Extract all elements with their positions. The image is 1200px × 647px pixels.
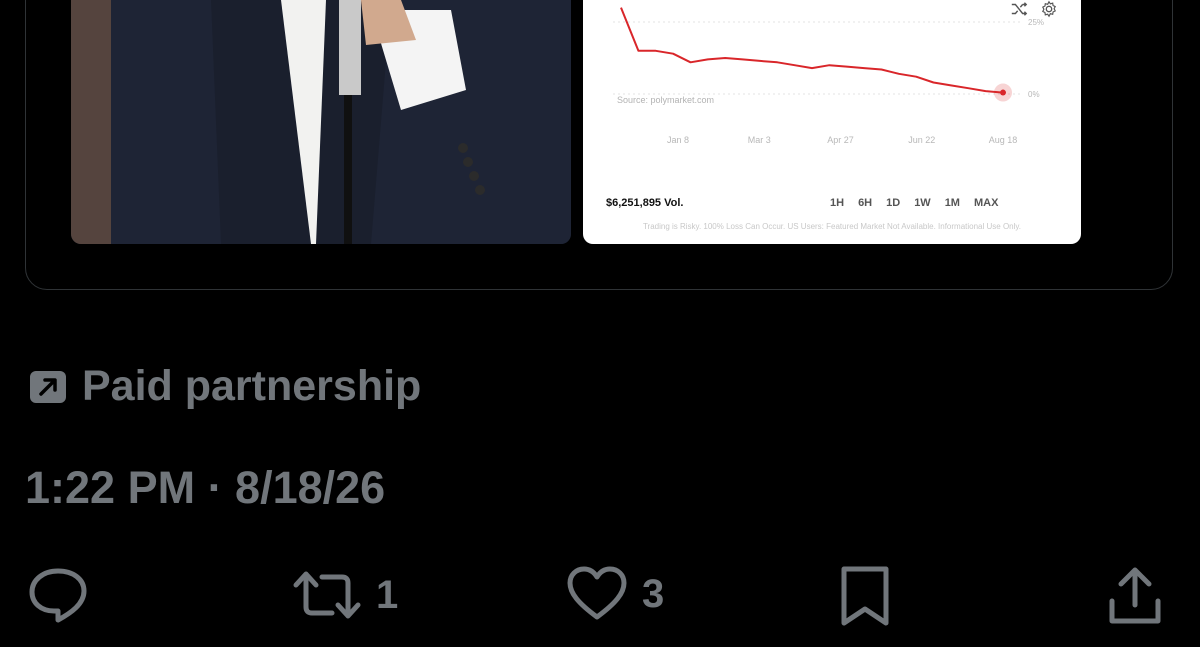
- repost-count: 1: [376, 572, 399, 617]
- x-tick-label: Mar 3: [748, 135, 771, 145]
- range-1h[interactable]: 1H: [830, 197, 844, 209]
- like-count: 3: [642, 571, 665, 616]
- range-1d[interactable]: 1D: [886, 197, 900, 209]
- photo-illustration: [71, 0, 571, 244]
- bookmark-button[interactable]: [838, 565, 892, 627]
- paid-partnership-icon: [30, 370, 66, 403]
- y-tick-label: 25%: [1028, 18, 1044, 27]
- range-max[interactable]: MAX: [974, 197, 998, 209]
- repost-icon: [293, 571, 361, 619]
- bookmark-icon: [841, 566, 889, 626]
- y-tick-label: 0%: [1028, 90, 1040, 99]
- current-point: [1000, 89, 1006, 96]
- reply-button[interactable]: [27, 565, 103, 625]
- shuffle-icon[interactable]: [1010, 0, 1028, 18]
- action-bar: 1 3: [0, 560, 1200, 630]
- volume-label: $6,251,895 Vol.: [606, 197, 684, 209]
- x-tick-label: Jan 8: [667, 135, 689, 145]
- settings-gear-icon[interactable]: [1040, 0, 1058, 18]
- range-selector: 1H 6H 1D 1W 1M MAX: [830, 197, 998, 209]
- x-tick-label: Jun 22: [908, 135, 935, 145]
- trading-disclaimer: Trading is Risky. 100% Loss Can Occur. U…: [642, 222, 1022, 231]
- repost-button[interactable]: 1: [292, 565, 398, 625]
- range-1m[interactable]: 1M: [945, 197, 960, 209]
- share-icon: [1109, 567, 1161, 624]
- range-1w[interactable]: 1W: [914, 197, 931, 209]
- media-photo[interactable]: [71, 0, 571, 244]
- series-line: [620, 7, 1004, 94]
- like-button[interactable]: 3: [566, 565, 664, 623]
- paid-partnership-label: Paid partnership: [82, 362, 422, 410]
- heart-icon: [567, 566, 627, 620]
- paid-partnership[interactable]: Paid partnership: [28, 362, 421, 411]
- x-tick-label: Apr 27: [827, 135, 854, 145]
- share-button[interactable]: [1106, 565, 1164, 627]
- market-chart-card[interactable]: 25% 0% Jan 8 Mar 3 Apr 27 Jun 22 Aug 18 Source…: [583, 0, 1081, 244]
- x-tick-label: Aug 18: [989, 135, 1018, 145]
- range-6h[interactable]: 6H: [858, 197, 872, 209]
- reply-icon: [29, 568, 87, 623]
- post-timestamp[interactable]: 1:22 PM · 8/18/26: [25, 462, 385, 514]
- chart-source: Source: polymarket.com: [617, 95, 715, 105]
